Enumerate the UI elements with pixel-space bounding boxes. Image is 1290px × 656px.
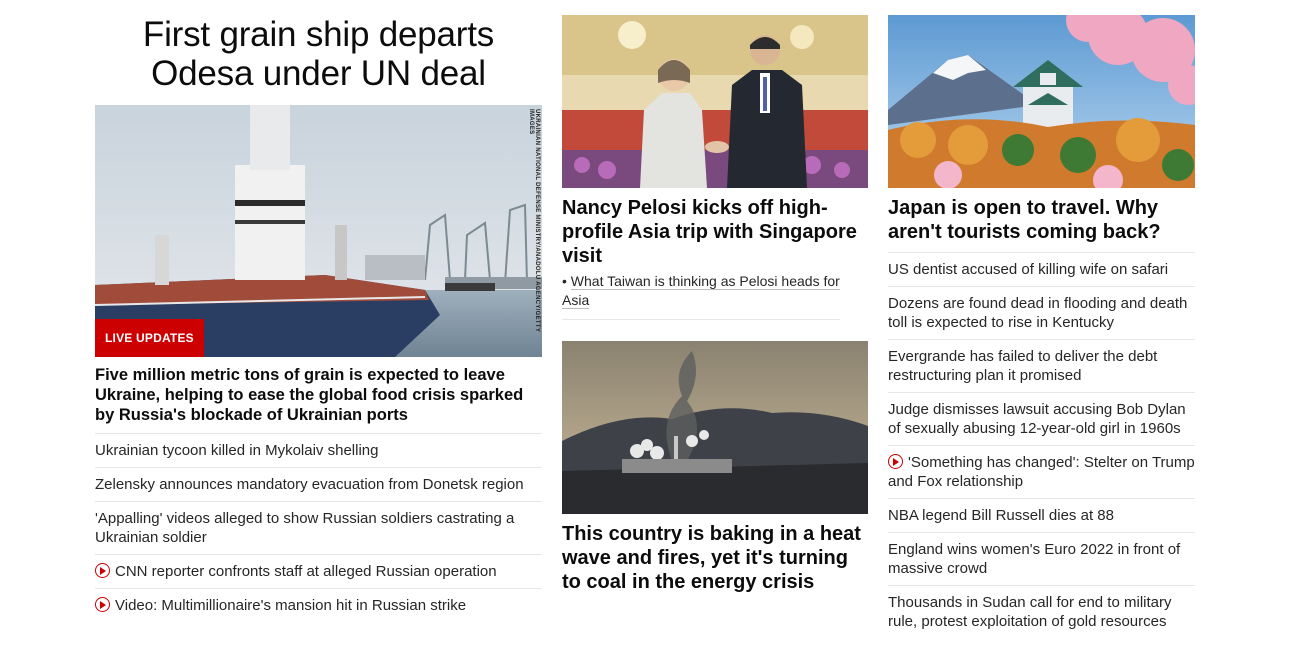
play-circle-icon [95,597,110,612]
list-item[interactable]: 'Something has changed': Stelter on Trum… [888,446,1195,499]
list-item[interactable]: Evergrande has failed to deliver the deb… [888,340,1195,393]
list-item[interactable]: 'Appalling' videos alleged to show Russi… [95,502,542,555]
japan-headline[interactable]: Japan is open to travel. Why aren't tour… [888,196,1195,244]
list-item[interactable]: Ukrainian tycoon killed in Mykolaiv shel… [95,434,542,468]
lead-summary[interactable]: Five million metric tons of grain is exp… [95,365,542,434]
right-column: Japan is open to travel. Why aren't tour… [888,15,1195,638]
coal-headline[interactable]: This country is baking in a heat wave an… [562,522,868,594]
list-item[interactable]: Thousands in Sudan call for end to milit… [888,586,1195,638]
middle-column: Nancy Pelosi kicks off high-profile Asia… [562,15,868,594]
list-item[interactable]: Video: Multimillionaire's mansion hit in… [95,589,542,622]
list-item[interactable]: England wins women's Euro 2022 in front … [888,533,1195,586]
pelosi-headline[interactable]: Nancy Pelosi kicks off high-profile Asia… [562,196,868,268]
top-stories-list: US dentist accused of killing wife on sa… [888,252,1195,638]
list-item[interactable]: Dozens are found dead in flooding and de… [888,287,1195,340]
list-item[interactable]: US dentist accused of killing wife on sa… [888,253,1195,287]
related-links-list: Ukrainian tycoon killed in Mykolaiv shel… [95,434,542,622]
list-item[interactable]: NBA legend Bill Russell dies at 88 [888,499,1195,533]
list-item[interactable]: Zelensky announces mandatory evacuation … [95,468,542,502]
list-item[interactable]: Judge dismisses lawsuit accusing Bob Dyl… [888,393,1195,446]
japan-travel-image[interactable] [888,15,1195,188]
main-story-title[interactable]: First grain ship departs Odesa under UN … [95,15,542,93]
play-circle-icon [888,454,903,469]
list-item[interactable]: CNN reporter confronts staff at alleged … [95,555,542,589]
image-credit: UKRAINIAN NATIONAL DEFENSE MINISTRY/ANAD… [528,109,540,333]
main-story-column: First grain ship departs Odesa under UN … [95,15,542,622]
grain-ship-image[interactable]: UKRAINIAN NATIONAL DEFENSE MINISTRY/ANAD… [95,105,542,357]
divider [562,319,840,341]
play-circle-icon [95,563,110,578]
taiwan-sub-link[interactable]: • What Taiwan is thinking as Pelosi head… [562,272,868,310]
coal-plant-image[interactable] [562,341,868,514]
live-updates-badge[interactable]: LIVE UPDATES [95,319,204,357]
pelosi-singapore-image[interactable] [562,15,868,188]
